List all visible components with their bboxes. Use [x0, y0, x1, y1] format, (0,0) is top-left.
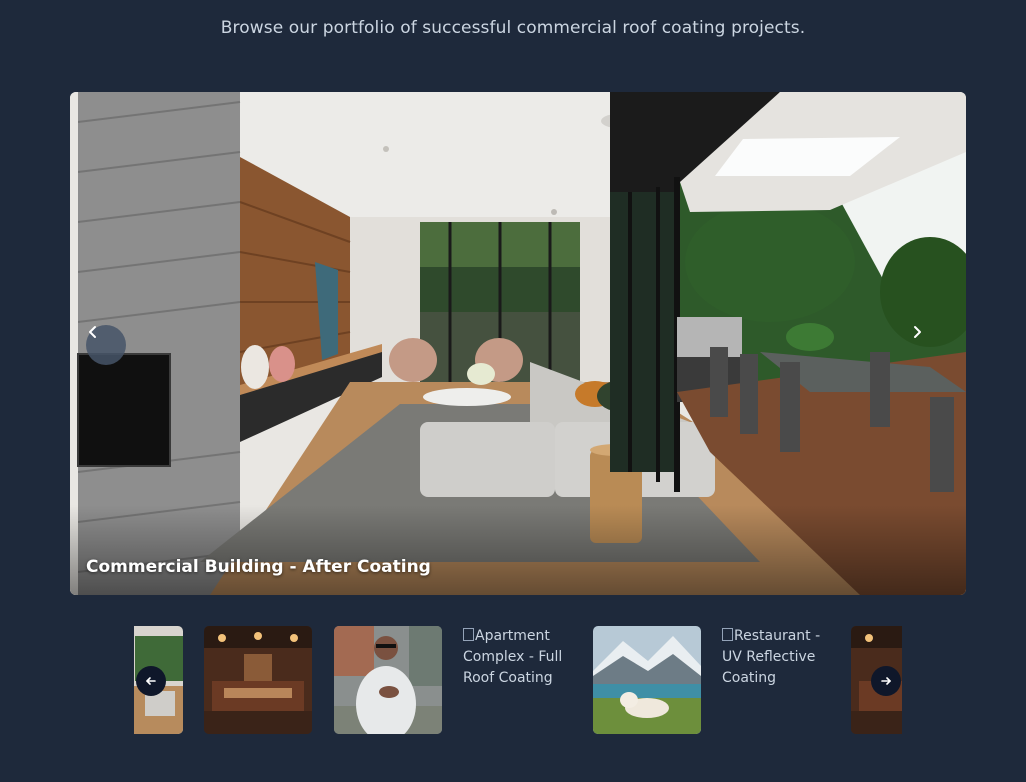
- arrow-right-icon: [881, 677, 891, 685]
- thumbnail-next-button[interactable]: [871, 666, 901, 696]
- broken-image-icon: [463, 628, 474, 641]
- caption-gradient: [70, 505, 966, 595]
- thumbnail-image: [204, 626, 312, 734]
- broken-image-icon: [722, 628, 733, 641]
- chevron-right-icon: [914, 326, 921, 338]
- carousel-prev-button[interactable]: [86, 325, 126, 365]
- thumbnail-prev-button[interactable]: [136, 666, 166, 696]
- thumbnail-alt-text: Restaurant - UV Reflective Coating: [722, 628, 821, 686]
- thumbnail-image: [334, 626, 442, 734]
- thumbnail-5[interactable]: [593, 626, 701, 734]
- thumbnail-6-broken[interactable]: Restaurant - UV Reflective Coating: [722, 626, 830, 734]
- chevron-left-icon: [89, 326, 96, 338]
- arrow-left-icon: [146, 677, 156, 685]
- carousel-next-button[interactable]: [910, 325, 950, 365]
- portfolio-page: Browse our portfolio of successful comme…: [0, 0, 1026, 782]
- thumbnail-image: [593, 626, 701, 734]
- main-carousel[interactable]: Commercial Building - After Coating: [70, 92, 966, 595]
- slide-caption: Commercial Building - After Coating: [86, 557, 431, 577]
- thumbnail-strip: Apartment Complex - Full Roof Coating Re…: [134, 626, 902, 736]
- thumbnail-alt-text: Apartment Complex - Full Roof Coating: [463, 628, 563, 686]
- thumbnail-2[interactable]: [204, 626, 312, 734]
- thumbnail-4-broken[interactable]: Apartment Complex - Full Roof Coating: [463, 626, 571, 734]
- section-subtitle: Browse our portfolio of successful comme…: [220, 18, 806, 38]
- thumbnail-3[interactable]: [334, 626, 442, 734]
